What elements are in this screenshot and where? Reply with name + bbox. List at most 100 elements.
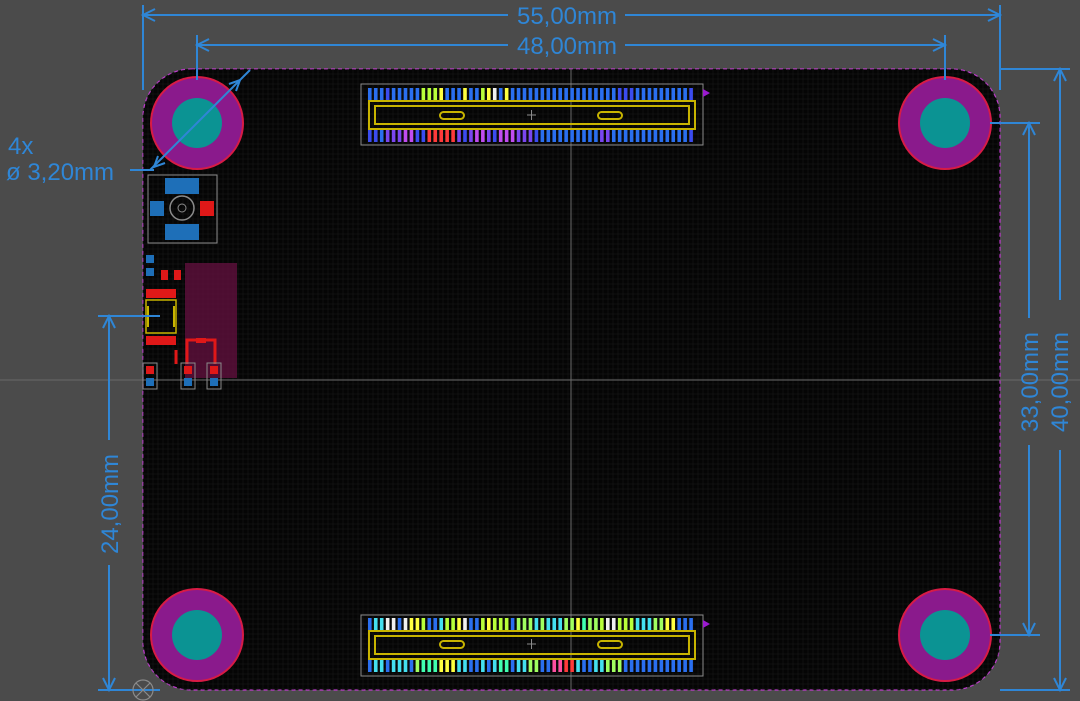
connector-pin-pad[interactable] [373, 130, 378, 142]
connector-pin-pad[interactable] [368, 130, 372, 142]
connector-pin-pad[interactable] [647, 618, 652, 630]
pad-c3-a[interactable] [184, 366, 192, 374]
connector-pin-pad[interactable] [683, 130, 687, 142]
connector-pin-pad[interactable] [671, 130, 676, 142]
connector-pin-pad[interactable] [415, 88, 420, 100]
connector-pin-pad[interactable] [659, 660, 664, 672]
connector-pin-pad[interactable] [623, 660, 628, 672]
connector-pin-pad[interactable] [421, 618, 426, 630]
mounting-hole-bottom-left[interactable] [150, 588, 244, 682]
connector-pin-pad[interactable] [409, 130, 414, 142]
connector-pin-pad[interactable] [606, 130, 610, 142]
connector-pin-pad[interactable] [606, 660, 610, 672]
connector-pin-pad[interactable] [415, 618, 420, 630]
connector-pin-pad[interactable] [659, 618, 664, 630]
connector-pin-pad[interactable] [510, 88, 515, 100]
connector-pin-pad[interactable] [558, 88, 562, 100]
connector-pin-pad[interactable] [421, 660, 426, 672]
connector-pin-pad[interactable] [457, 618, 461, 630]
connector-pin-pad[interactable] [397, 130, 402, 142]
connector-pin-pad[interactable] [498, 618, 503, 630]
connector-pin-pad[interactable] [391, 660, 396, 672]
connector-pin-pad[interactable] [427, 660, 432, 672]
connector-pin-pad[interactable] [540, 660, 545, 672]
mounting-hole-top-right[interactable] [898, 76, 992, 170]
connector-pin-pad[interactable] [617, 130, 622, 142]
connector-pin-pad[interactable] [498, 130, 503, 142]
pad-c2-b[interactable] [146, 378, 154, 386]
connector-pin-pad[interactable] [552, 88, 557, 100]
connector-pin-pad[interactable] [439, 618, 443, 630]
switch-pad-bottom[interactable] [165, 224, 199, 240]
connector-pin-pad[interactable] [534, 130, 539, 142]
connector-pin-pad[interactable] [528, 88, 533, 100]
connector-pin-pad[interactable] [564, 130, 568, 142]
connector-pin-pad[interactable] [582, 660, 586, 672]
switch-pad-left[interactable] [150, 201, 164, 216]
connector-pin-pad[interactable] [558, 130, 562, 142]
connector-pin-pad[interactable] [451, 88, 455, 100]
pad-c1-a[interactable] [146, 255, 154, 263]
connector-pin-pad[interactable] [403, 660, 408, 672]
connector-pin-pad[interactable] [427, 88, 432, 100]
connector-pin-pad[interactable] [516, 130, 521, 142]
connector-pin-pad[interactable] [373, 618, 378, 630]
connector-pin-pad[interactable] [409, 88, 414, 100]
connector-pin-pad[interactable] [611, 130, 616, 142]
connector-pin-pad[interactable] [534, 660, 539, 672]
connector-pin-pad[interactable] [689, 88, 693, 100]
connector-pin-pad[interactable] [552, 130, 557, 142]
connector-pin-pad[interactable] [481, 618, 485, 630]
connector-pin-pad[interactable] [528, 618, 533, 630]
trace-pad[interactable] [196, 338, 206, 343]
connector-pin-pad[interactable] [558, 660, 562, 672]
connector-pin-pad[interactable] [391, 88, 396, 100]
connector-pin-pad[interactable] [379, 660, 384, 672]
connector-pin-pad[interactable] [516, 660, 521, 672]
connector-pin-pad[interactable] [617, 660, 622, 672]
connector-pin-pad[interactable] [606, 88, 610, 100]
connector-pin-pad[interactable] [659, 130, 664, 142]
connector-pin-pad[interactable] [611, 660, 616, 672]
connector-pin-pad[interactable] [492, 88, 497, 100]
connector-pin-pad[interactable] [427, 618, 432, 630]
connector-pin-pad[interactable] [391, 130, 396, 142]
connector-pin-pad[interactable] [576, 88, 580, 100]
connector-pin-pad[interactable] [433, 88, 438, 100]
connector-pin-pad[interactable] [368, 618, 372, 630]
pad-c4-b[interactable] [210, 378, 218, 386]
pcb-layout-canvas[interactable]: 55,00mm 48,00mm 40,00mm 33,00mm 24,00mm … [0, 0, 1080, 701]
connector-pin-pad[interactable] [487, 130, 491, 142]
connector-pin-pad[interactable] [487, 618, 491, 630]
connector-pin-pad[interactable] [594, 660, 598, 672]
connector-pin-pad[interactable] [635, 88, 640, 100]
connector-pin-pad[interactable] [534, 618, 539, 630]
connector-pin-pad[interactable] [498, 660, 503, 672]
pad-c3-b[interactable] [184, 378, 192, 386]
connector-pin-pad[interactable] [576, 130, 580, 142]
connector-pin-pad[interactable] [528, 660, 533, 672]
connector-pin-pad[interactable] [623, 130, 628, 142]
connector-pin-pad[interactable] [588, 130, 592, 142]
pad-r1-b[interactable] [174, 270, 181, 280]
connector-pin-pad[interactable] [403, 88, 408, 100]
connector-pin-pad[interactable] [510, 660, 515, 672]
connector-pin-pad[interactable] [403, 130, 408, 142]
connector-pin-pad[interactable] [540, 130, 545, 142]
connector-pin-pad[interactable] [504, 660, 509, 672]
connector-pin-pad[interactable] [683, 88, 687, 100]
connector-pin-pad[interactable] [659, 88, 664, 100]
connector-pin-pad[interactable] [570, 618, 574, 630]
connector-pin-pad[interactable] [368, 88, 372, 100]
connector-pin-pad[interactable] [623, 88, 628, 100]
connector-pin-pad[interactable] [641, 618, 646, 630]
connector-pin-pad[interactable] [504, 130, 509, 142]
connector-pin-pad[interactable] [552, 660, 557, 672]
connector-pin-pad[interactable] [677, 130, 681, 142]
connector-pin-pad[interactable] [582, 130, 586, 142]
connector-pin-pad[interactable] [558, 618, 562, 630]
connector-pin-pad[interactable] [564, 618, 568, 630]
connector-pin-pad[interactable] [504, 88, 509, 100]
connector-pin-pad[interactable] [564, 88, 568, 100]
connector-pin-pad[interactable] [665, 88, 670, 100]
